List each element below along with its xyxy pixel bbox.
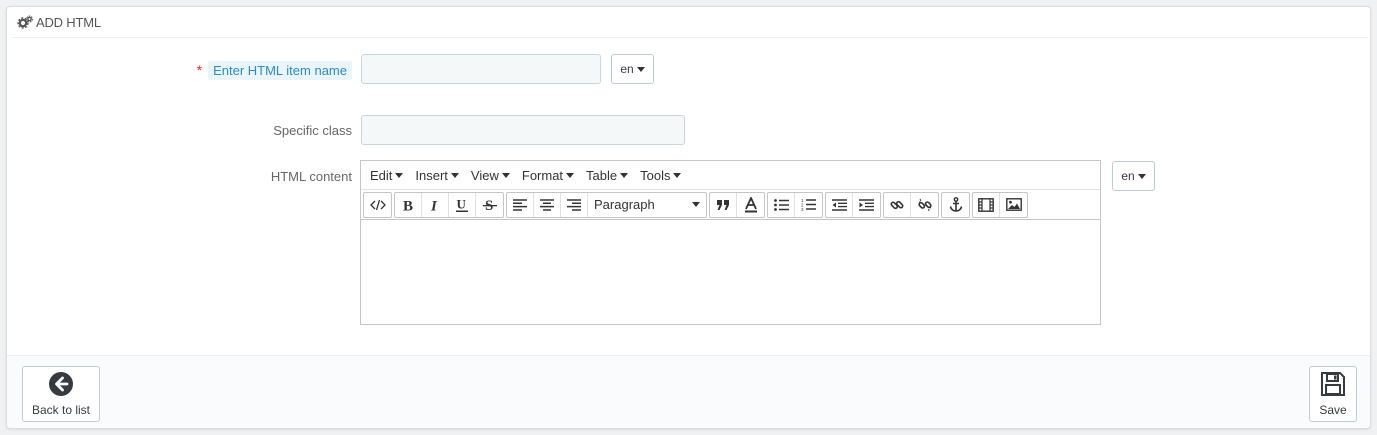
image-icon[interactable] — [1000, 193, 1027, 217]
panel-title: ADD HTML — [36, 14, 101, 30]
align-right-icon[interactable] — [561, 192, 588, 217]
anchor-icon[interactable] — [942, 193, 969, 217]
menu-tools-label: Tools — [640, 167, 671, 183]
blockquote-icon[interactable] — [710, 192, 737, 217]
content-lang-label: en — [1121, 169, 1135, 183]
editor-toolbar: B I U S Paragraph 1 2 3 — [361, 190, 1100, 220]
format-select-value: Paragraph — [594, 197, 655, 212]
anchor-group — [941, 191, 970, 218]
chevron-down-icon — [692, 202, 700, 207]
class-label: Specific class — [273, 123, 352, 138]
chevron-down-icon — [620, 172, 629, 178]
name-lang-label: en — [620, 62, 634, 76]
floppy-disk-icon — [1320, 371, 1346, 403]
numbered-list-icon[interactable]: 123 — [795, 193, 822, 217]
html-content-editor: Edit Insert View Format Table Tools B I … — [360, 160, 1101, 325]
media-icon[interactable] — [973, 192, 1000, 217]
chevron-down-icon — [566, 172, 575, 178]
chevron-down-icon — [1137, 173, 1146, 179]
link-group — [883, 191, 939, 218]
name-input[interactable] — [361, 54, 601, 84]
menu-format-label: Format — [521, 167, 564, 183]
svg-text:B: B — [403, 198, 413, 212]
source-code-icon[interactable] — [364, 193, 391, 217]
menu-edit[interactable]: Edit — [364, 168, 409, 183]
class-input[interactable] — [361, 115, 685, 145]
cogs-icon — [17, 15, 33, 29]
media-group — [972, 191, 1028, 218]
chevron-down-icon — [501, 172, 510, 178]
indent-icon[interactable] — [853, 193, 880, 217]
quote-color-group — [709, 191, 765, 218]
code-group — [363, 191, 392, 218]
menu-view[interactable]: View — [465, 168, 516, 183]
format-select[interactable]: Paragraph — [588, 193, 706, 217]
chevron-down-icon — [395, 172, 404, 178]
editor-menubar: Edit Insert View Format Table Tools — [361, 161, 1100, 190]
svg-text:I: I — [430, 198, 438, 212]
menu-insert[interactable]: Insert — [409, 168, 465, 183]
alignment-group: Paragraph — [506, 191, 707, 218]
required-mark: * — [196, 62, 203, 78]
outdent-icon[interactable] — [826, 192, 853, 217]
italic-icon[interactable]: I — [422, 192, 449, 217]
text-color-icon[interactable] — [737, 193, 764, 217]
menu-table-label: Table — [586, 167, 618, 183]
arrow-circle-left-icon — [48, 371, 74, 403]
content-label: HTML content — [270, 169, 352, 184]
strikethrough-icon[interactable]: S — [476, 193, 503, 217]
align-center-icon[interactable] — [534, 192, 561, 217]
menu-format[interactable]: Format — [516, 168, 580, 183]
name-label-row: * Enter HTML item name — [147, 61, 352, 80]
menu-view-label: View — [470, 167, 499, 183]
panel-heading: ADD HTML — [11, 7, 1368, 38]
bullet-list-icon[interactable] — [768, 192, 795, 217]
menu-table[interactable]: Table — [580, 168, 634, 183]
save-button[interactable]: Save — [1309, 366, 1357, 422]
indent-group — [825, 191, 881, 218]
align-left-icon[interactable] — [507, 192, 534, 217]
name-label: Enter HTML item name — [208, 61, 352, 80]
bold-icon[interactable]: B — [395, 192, 422, 217]
chevron-down-icon — [450, 172, 459, 178]
panel-footer: Back to list Save — [7, 355, 1370, 428]
back-to-list-label: Back to list — [31, 403, 91, 417]
save-label: Save — [1319, 403, 1347, 417]
menu-insert-label: Insert — [415, 167, 448, 183]
content-lang-button[interactable]: en — [1112, 161, 1155, 191]
underline-icon[interactable]: U — [449, 192, 476, 217]
editor-content-area[interactable] — [361, 220, 1100, 323]
menu-tools[interactable]: Tools — [634, 168, 687, 183]
svg-text:3: 3 — [801, 207, 804, 211]
name-lang-button[interactable]: en — [611, 54, 654, 84]
back-to-list-button[interactable]: Back to list — [22, 366, 100, 422]
unlink-icon[interactable] — [911, 193, 938, 217]
text-style-group: B I U S — [394, 191, 504, 218]
svg-text:U: U — [457, 197, 467, 212]
list-group: 123 — [767, 191, 823, 218]
chevron-down-icon — [636, 66, 645, 72]
link-icon[interactable] — [884, 192, 911, 217]
chevron-down-icon — [673, 172, 682, 178]
menu-edit-label: Edit — [370, 167, 393, 183]
